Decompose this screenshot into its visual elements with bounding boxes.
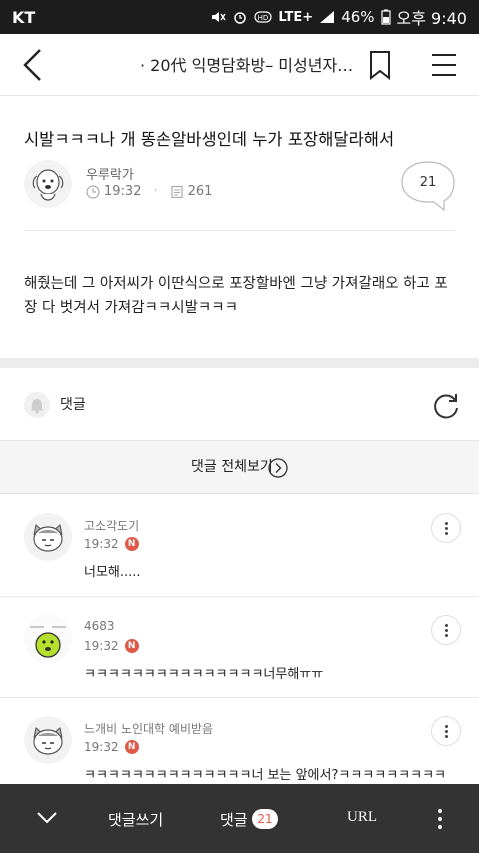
mute-icon [212,12,226,22]
author-name[interactable]: 우루락가 [86,164,134,183]
dog-avatar-icon [32,169,64,201]
cat-avatar-icon [33,523,63,552]
comment-count: 21 [419,175,437,190]
signal-icon [320,11,335,23]
post-meta: 19:32 · 261 [86,184,212,199]
new-badge: N [124,537,139,551]
more-dots-icon [445,522,448,525]
comment-meta: 19:32 N [84,740,139,754]
commenter-name[interactable]: 고소각도기 [84,517,139,534]
comment-time: 19:32 [84,537,119,551]
carrier-label: KT [12,7,36,27]
comment-text: ㅋㅋㅋㅋㅋㅋㅋㅋㅋㅋㅋㅋㅋㅋㅋ너무해ㅠㅠ [84,667,324,682]
refresh-icon[interactable] [432,392,460,420]
cat-avatar-icon [33,726,63,755]
chevron-right-circle-icon [268,458,288,478]
comment-more-button[interactable] [431,615,461,645]
battery-icon [380,9,391,25]
chevron-down-icon[interactable] [36,810,58,826]
url-button[interactable]: URL [347,809,377,826]
more-dot [445,527,448,530]
comment-time: 19:32 [84,740,119,754]
view-all-label: 댓글 전체보기 [191,459,273,475]
comment-count-bubble[interactable]: 21 [400,160,456,212]
commenter-avatar[interactable] [24,513,72,561]
status-icons: HD LTE+ 46% 오후 9:40 [210,5,467,29]
menu-icon[interactable] [430,52,458,78]
comment-item: 느개비 노인대학 예비받음 19:32 N ㅋㅋㅋㅋㅋㅋㅋㅋㅋㅋㅋㅋㅋㅋ너 보는… [0,698,479,788]
comment-text: ㅋㅋㅋㅋㅋㅋㅋㅋㅋㅋㅋㅋㅋㅋ너 보는 앞에서?ㅋㅋㅋㅋㅋㅋㅋㅋㅋ [84,768,447,783]
commenter-name[interactable]: 느개비 노인대학 예비받음 [84,720,213,737]
comment-more-button[interactable] [431,716,461,746]
comments-button[interactable]: 댓글 [220,809,248,830]
comments-header: 댓글 [0,368,479,440]
post-views: 261 [187,184,213,199]
comment-time: 19:32 [84,639,119,653]
more-dot [445,532,448,535]
comments-label: 댓글 [60,397,86,413]
comments-count-badge[interactable]: 21 [252,809,278,829]
section-separator [0,358,479,368]
comment-meta: 19:32 N [84,537,139,551]
post-title: 시발ㅋㅋㅋ나 개 똥손알바생인데 누가 포장해달라해서 [24,130,395,149]
commenter-avatar[interactable] [24,716,72,764]
more-dot [438,817,442,821]
hd-icon: HD [254,11,273,23]
clock-label: 오후 9:40 [396,9,467,28]
author-avatar[interactable] [24,160,72,208]
network-label: LTE+ [278,9,314,25]
more-dots-icon [445,725,448,728]
comment-meta: 19:32 N [84,639,139,653]
status-bar: KT HD LTE+ 46% 오후 9:40 [0,0,479,34]
views-icon [171,185,183,198]
back-icon[interactable] [20,48,46,82]
post-body: 해줬는데 그 아저씨가 이딴식으로 포장할바엔 그냥 가져갈래오 하고 포장 다… [24,276,448,316]
comment-item: 4683 19:32 N ㅋㅋㅋㅋㅋㅋㅋㅋㅋㅋㅋㅋㅋㅋㅋ너무해ㅠㅠ [0,597,479,698]
notification-bell-button[interactable] [24,392,50,418]
post-time: 19:32 [104,184,142,199]
more-options-button[interactable] [432,806,448,832]
bottom-action-bar: 댓글쓰기 댓글 21 URL [0,784,479,853]
meta-separator: · [153,184,158,199]
battery-label: 46% [341,8,375,26]
more-dot [445,634,448,637]
more-dot [445,730,448,733]
alarm-icon [234,12,247,24]
bell-icon [30,399,44,414]
bookmark-icon[interactable] [368,50,392,80]
more-dot [445,629,448,632]
comment-text: 너모해..... [84,565,141,580]
view-all-comments-button[interactable]: 댓글 전체보기 [0,440,479,494]
comment-more-button[interactable] [431,513,461,543]
svg-text:HD: HD [258,14,269,22]
top-bar: · 20代 익명담화방– 미성년자… [0,34,479,96]
new-badge: N [124,740,139,754]
comment-item: 고소각도기 19:32 N 너모해..... [0,495,479,597]
clock-icon [86,184,100,199]
more-dot [445,735,448,738]
more-dot [438,825,442,829]
green-blob-avatar-icon [24,615,72,663]
commenter-name[interactable]: 4683 [84,619,115,633]
more-dots-icon [445,624,448,627]
board-title[interactable]: · 20代 익명담화방– 미성년자… [140,52,353,76]
more-vertical-icon [438,809,442,813]
divider [24,230,455,231]
write-comment-button[interactable]: 댓글쓰기 [108,809,163,830]
commenter-avatar[interactable] [24,615,72,663]
new-badge: N [124,639,139,653]
